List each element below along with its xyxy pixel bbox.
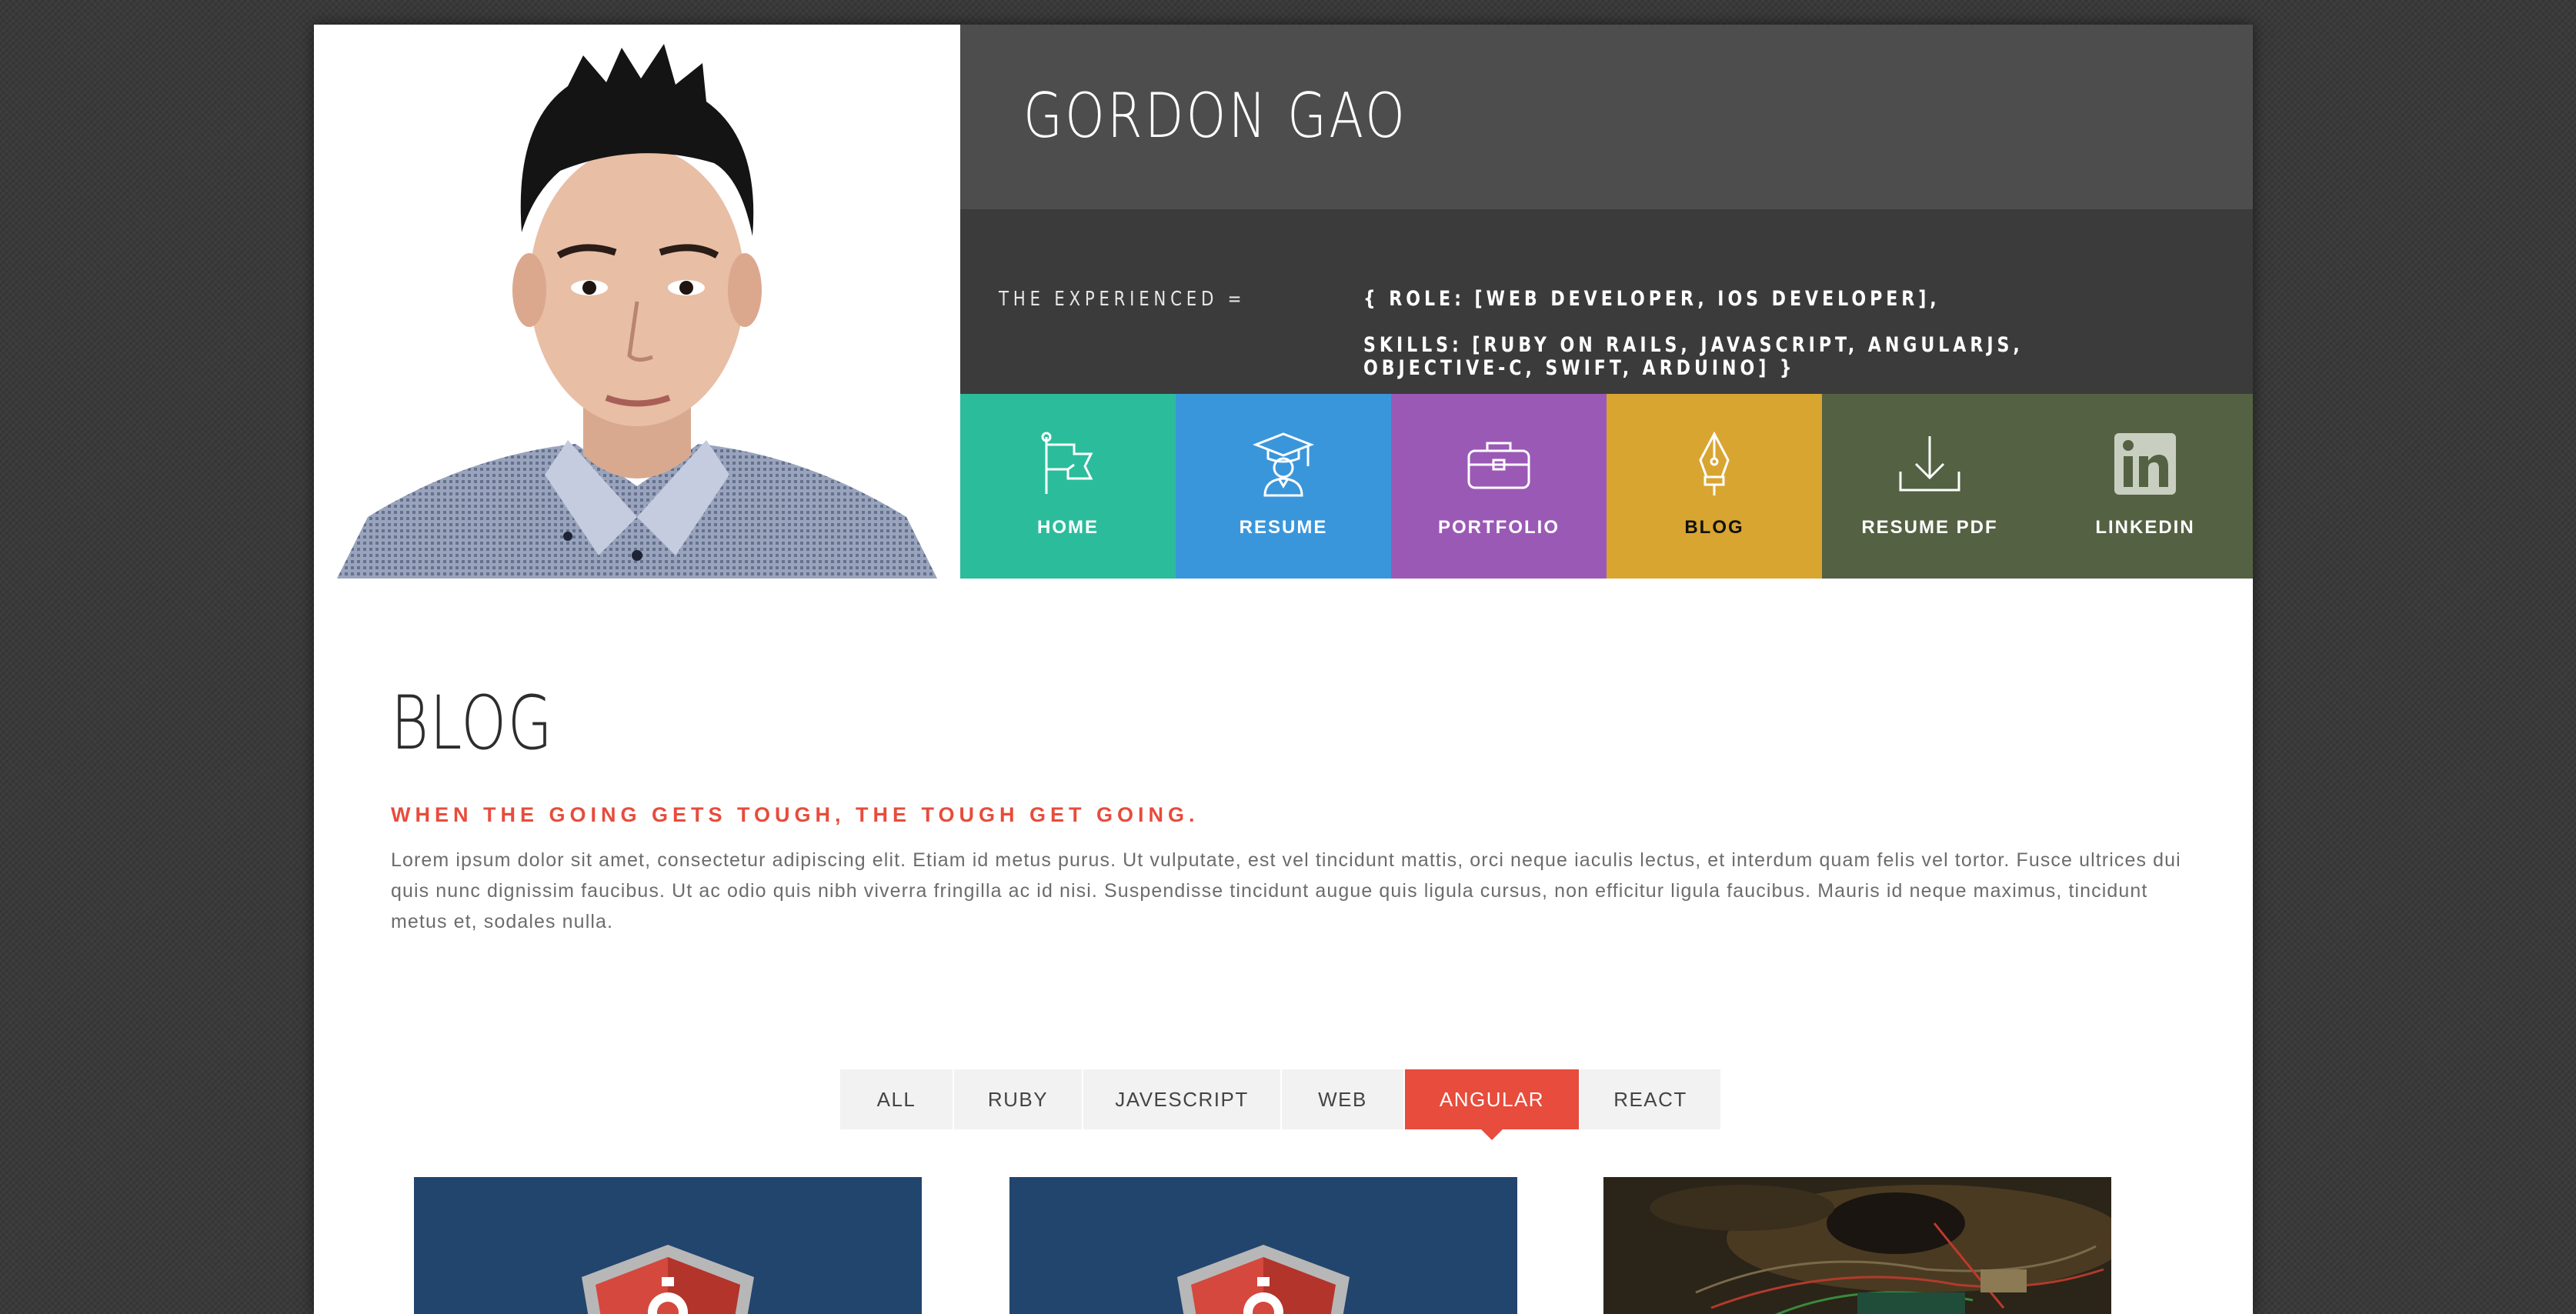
nav-linkedin-label: LINKEDIN (2095, 517, 2195, 538)
nav-portfolio-label: PORTFOLIO (1438, 517, 1560, 538)
nav-resume-label: RESUME (1239, 517, 1328, 538)
linkedin-icon (2111, 429, 2180, 499)
flag-icon (1033, 429, 1103, 499)
nav-blog[interactable]: BLOG (1607, 394, 1822, 579)
arduino-photo (1603, 1177, 2111, 1314)
graduate-icon (1249, 429, 1318, 499)
filter-all[interactable]: ALL (840, 1069, 953, 1129)
angular-logo-icon (582, 1245, 754, 1314)
skills-line-1: SKILLS: [RUBY ON RAILS, JAVASCRIPT, ANGU… (1363, 333, 2024, 357)
post-card[interactable] (1603, 1177, 2111, 1314)
nav-resume-pdf[interactable]: RESUME PDF (1822, 394, 2037, 579)
tagline-label: THE EXPERIENCED = (999, 288, 1246, 311)
post-card[interactable] (1009, 1177, 1517, 1314)
pen-nib-icon (1680, 429, 1749, 499)
skills-line-2: OBJECTIVE-C, SWIFT, ARDUINO] } (1363, 356, 1796, 380)
blog-description: Lorem ipsum dolor sit amet, consectetur … (391, 849, 2181, 932)
filter-javescript[interactable]: JAVESCRIPT (1083, 1069, 1280, 1129)
nav-portfolio[interactable]: PORTFOLIO (1391, 394, 1607, 579)
info-bar: THE EXPERIENCED = { ROLE: [WEB DEVELOPER… (960, 209, 2253, 394)
filter-react[interactable]: REACT (1580, 1069, 1720, 1129)
nav-blog-label: BLOG (1684, 517, 1744, 538)
nav-home-label: HOME (1037, 517, 1099, 538)
category-filters: ALL RUBY JAVESCRIPT WEB ANGULAR REACT (840, 1069, 1722, 1140)
skills-text: SKILLS: [RUBY ON RAILS, JAVASCRIPT, ANGU… (1363, 333, 2024, 380)
name-bar: GORDON GAO (960, 25, 2253, 209)
nav-resume[interactable]: RESUME (1176, 394, 1391, 579)
blog-subtitle: WHEN THE GOING GETS TOUGH, THE TOUGH GET… (391, 803, 1200, 826)
filter-web[interactable]: WEB (1282, 1069, 1403, 1129)
post-card[interactable] (414, 1177, 922, 1314)
nav-resume-pdf-label: RESUME PDF (1861, 517, 1998, 538)
nav-linkedin[interactable]: LINKEDIN (2037, 394, 2253, 579)
page-title: BLOG (391, 680, 554, 766)
nav-home[interactable]: HOME (960, 394, 1176, 579)
page: GORDON GAO THE EXPERIENCED = { ROLE: [WE… (314, 25, 2253, 1314)
download-icon (1895, 429, 1964, 499)
profile-photo (314, 25, 960, 579)
role-line: { ROLE: [WEB DEVELOPER, IOS DEVELOPER], (1363, 287, 1940, 311)
main-nav: HOME RESUME PORTFOLIO BLOG RESUME PDF LI… (960, 394, 2253, 579)
owner-name: GORDON GAO (1023, 80, 1408, 152)
filter-ruby[interactable]: RUBY (954, 1069, 1082, 1129)
angular-logo-icon (1177, 1245, 1350, 1314)
briefcase-icon (1464, 429, 1533, 499)
filter-angular[interactable]: ANGULAR (1405, 1069, 1579, 1140)
